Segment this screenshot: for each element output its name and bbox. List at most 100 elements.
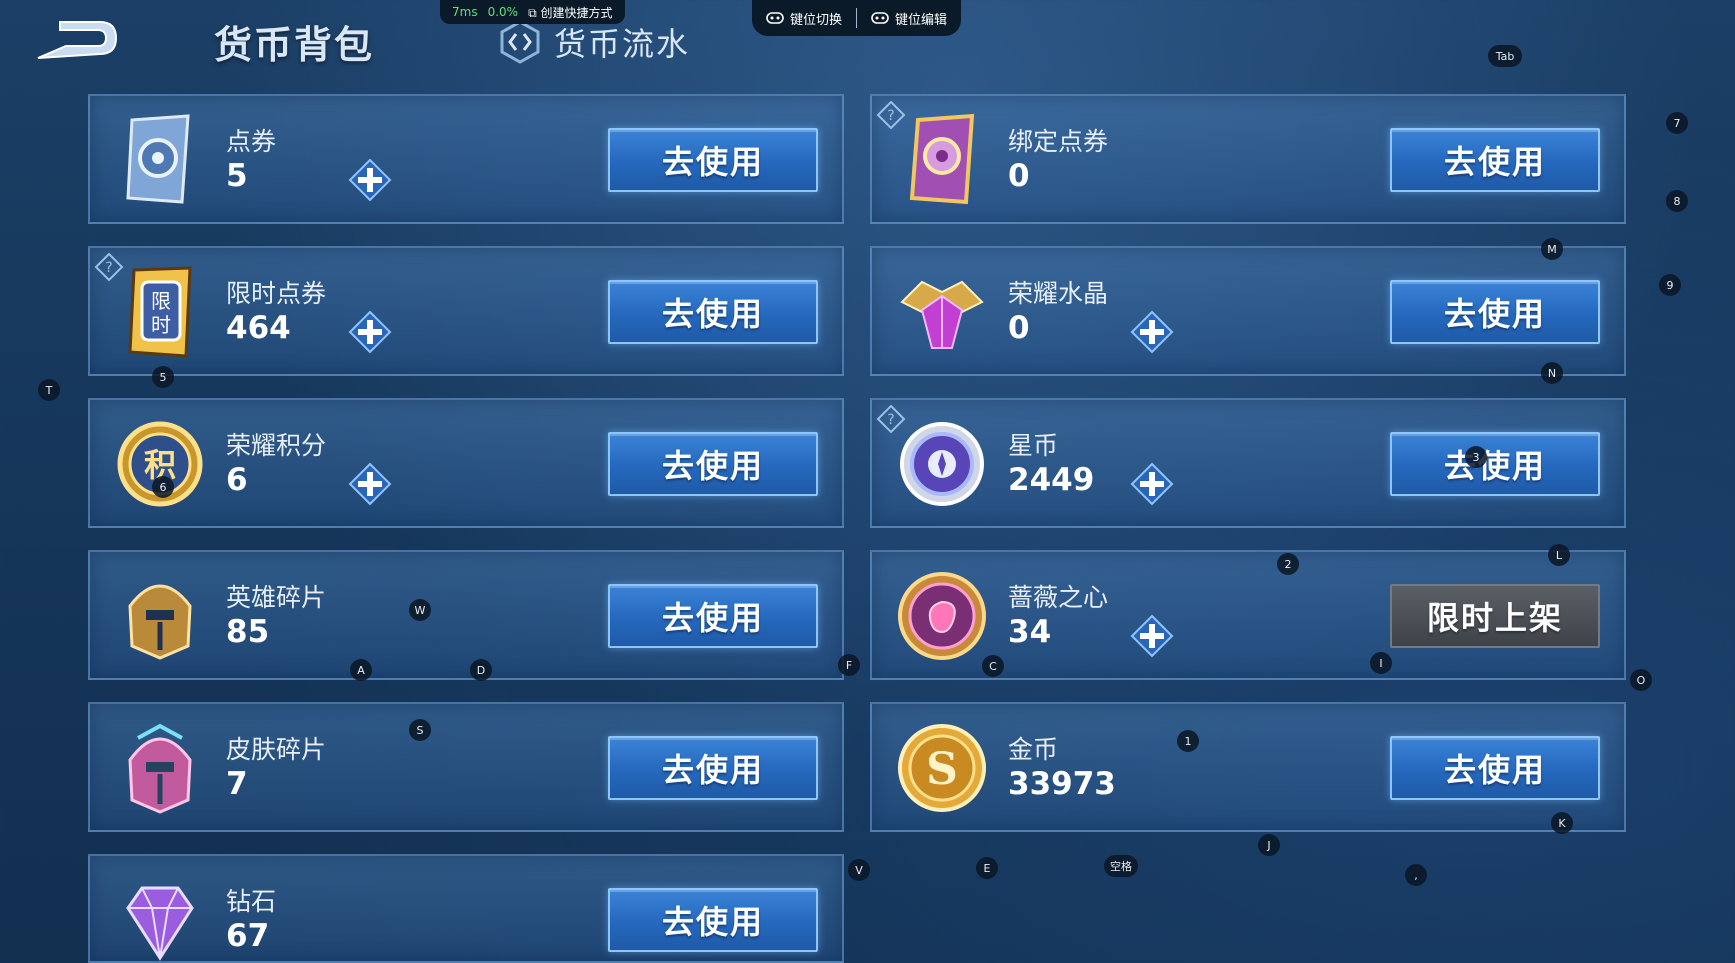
currency-amount: 85 [226,614,270,650]
currency-card: S 金币 33973 去使用 [870,702,1626,832]
shortcut-icon: ⧉ [528,5,537,20]
hotkey-badge: N [1541,362,1563,384]
hotkey-badge: M [1541,238,1563,260]
diamond-icon [110,870,210,963]
currency-amount: 5 [226,158,248,194]
hotkey-badge: Tab [1488,45,1522,67]
currency-amount: 6 [226,462,248,498]
currency-name: 蔷薇之心 [1008,583,1109,612]
hotkey-badge: A [350,659,372,681]
currency-card: 钻石 67 去使用 [88,854,844,963]
currency-card: ? 星币 2449 去使用 [870,398,1626,528]
currency-amount: 0 [1008,310,1030,346]
currency-amount: 7 [226,766,248,802]
hotkey-badge: K [1551,812,1573,834]
back-button[interactable] [30,18,120,64]
currency-card: 皮肤碎片 7 去使用 [88,702,844,832]
flow-tab-label: 货币流水 [554,25,691,63]
plus-icon [1130,310,1174,358]
currency-name: 点券 [226,127,277,156]
perf-overlay: 7ms 0.0% ⧉ 创建快捷方式 [440,0,625,24]
currency-amount: 67 [226,918,270,954]
svg-text:限: 限 [151,289,171,313]
star-coin-icon [892,414,992,514]
hotkey-badge: F [838,654,860,676]
limited-ticket-icon: 限时 [110,262,210,362]
hotkey-badge: , [1405,864,1427,886]
hotkey-badge: 9 [1659,274,1681,296]
currency-card: 荣耀水晶 0 去使用 [870,246,1626,376]
add-currency-button[interactable] [1130,310,1174,354]
currency-name: 英雄碎片 [226,583,327,612]
keymap-divider [856,8,858,28]
use-button[interactable]: 去使用 [1390,432,1600,496]
add-currency-button[interactable] [1130,614,1174,658]
back-arrow-icon [37,21,118,59]
plus-icon [348,462,392,510]
use-button[interactable]: 去使用 [608,128,818,192]
gamepad-icon [871,12,889,24]
keymap-toolbar: 键位切换 键位编辑 [752,0,962,36]
plus-icon [348,310,392,358]
hotkey-badge: 1 [1177,730,1199,752]
keymap-switch-label: 键位切换 [790,12,843,28]
rose-heart-icon [892,566,992,666]
hotkey-badge: C [982,655,1004,677]
use-button[interactable]: 去使用 [608,888,818,952]
keymap-edit-button[interactable]: 键位编辑 [871,9,947,28]
hotkey-badge: 5 [152,366,174,388]
use-button[interactable]: 去使用 [608,280,818,344]
limited-time-button[interactable]: 限时上架 [1390,584,1600,648]
create-shortcut-link[interactable]: ⧉ 创建快捷方式 [528,4,612,21]
currency-amount: 0 [1008,158,1030,194]
use-button[interactable]: 去使用 [608,736,818,800]
use-button[interactable]: 去使用 [1390,128,1600,192]
add-currency-button[interactable] [348,158,392,202]
currency-amount: 34 [1008,614,1052,650]
hero-shard-icon [110,566,210,666]
plus-icon [1130,614,1174,662]
currency-amount: 33973 [1008,766,1116,802]
currency-card: 积荣耀积分 6 去使用 [88,398,844,528]
hotkey-badge: 8 [1666,190,1688,212]
skin-shard-icon [110,718,210,818]
currency-name: 金币 [1008,735,1059,764]
bound-ticket-icon [892,110,992,210]
currency-name: 荣耀水晶 [1008,279,1109,308]
use-button[interactable]: 去使用 [1390,280,1600,344]
gold-coin-icon: S [892,718,992,818]
keymap-switch-button[interactable]: 键位切换 [766,9,842,28]
add-currency-button[interactable] [1130,462,1174,506]
hotkey-badge: S [409,719,431,741]
crystal-icon [892,262,992,362]
hotkey-badge: J [1258,834,1280,856]
use-button[interactable]: 去使用 [608,432,818,496]
points-icon: 积 [110,414,210,514]
keymap-edit-label: 键位编辑 [895,12,948,28]
use-button[interactable]: 去使用 [608,584,818,648]
loss-text: 0.0% [487,5,519,19]
use-button[interactable]: 去使用 [1390,736,1600,800]
hotkey-badge: T [38,379,60,401]
currency-amount: 464 [226,310,291,346]
hotkey-badge: D [470,659,492,681]
hotkey-badge: O [1630,669,1652,691]
hotkey-badge: 3 [1465,446,1487,468]
svg-text:S: S [926,744,958,795]
create-shortcut-label: 创建快捷方式 [540,5,613,20]
add-currency-button[interactable] [348,462,392,506]
currency-amount: 2449 [1008,462,1095,498]
latency-text: 7ms [452,5,478,19]
tab-currency-flow[interactable]: 货币流水 [496,18,690,66]
currency-name: 荣耀积分 [226,431,327,460]
hotkey-badge: L [1548,544,1570,566]
currency-name: 钻石 [226,887,277,916]
currency-name: 限时点券 [226,279,327,308]
ticket-icon [110,110,210,210]
add-currency-button[interactable] [348,310,392,354]
svg-text:时: 时 [151,313,171,337]
page-title: 货币背包 [214,23,375,67]
currency-name: 绑定点券 [1008,127,1109,156]
currency-name: 星币 [1008,431,1059,460]
hotkey-badge: W [409,599,431,621]
